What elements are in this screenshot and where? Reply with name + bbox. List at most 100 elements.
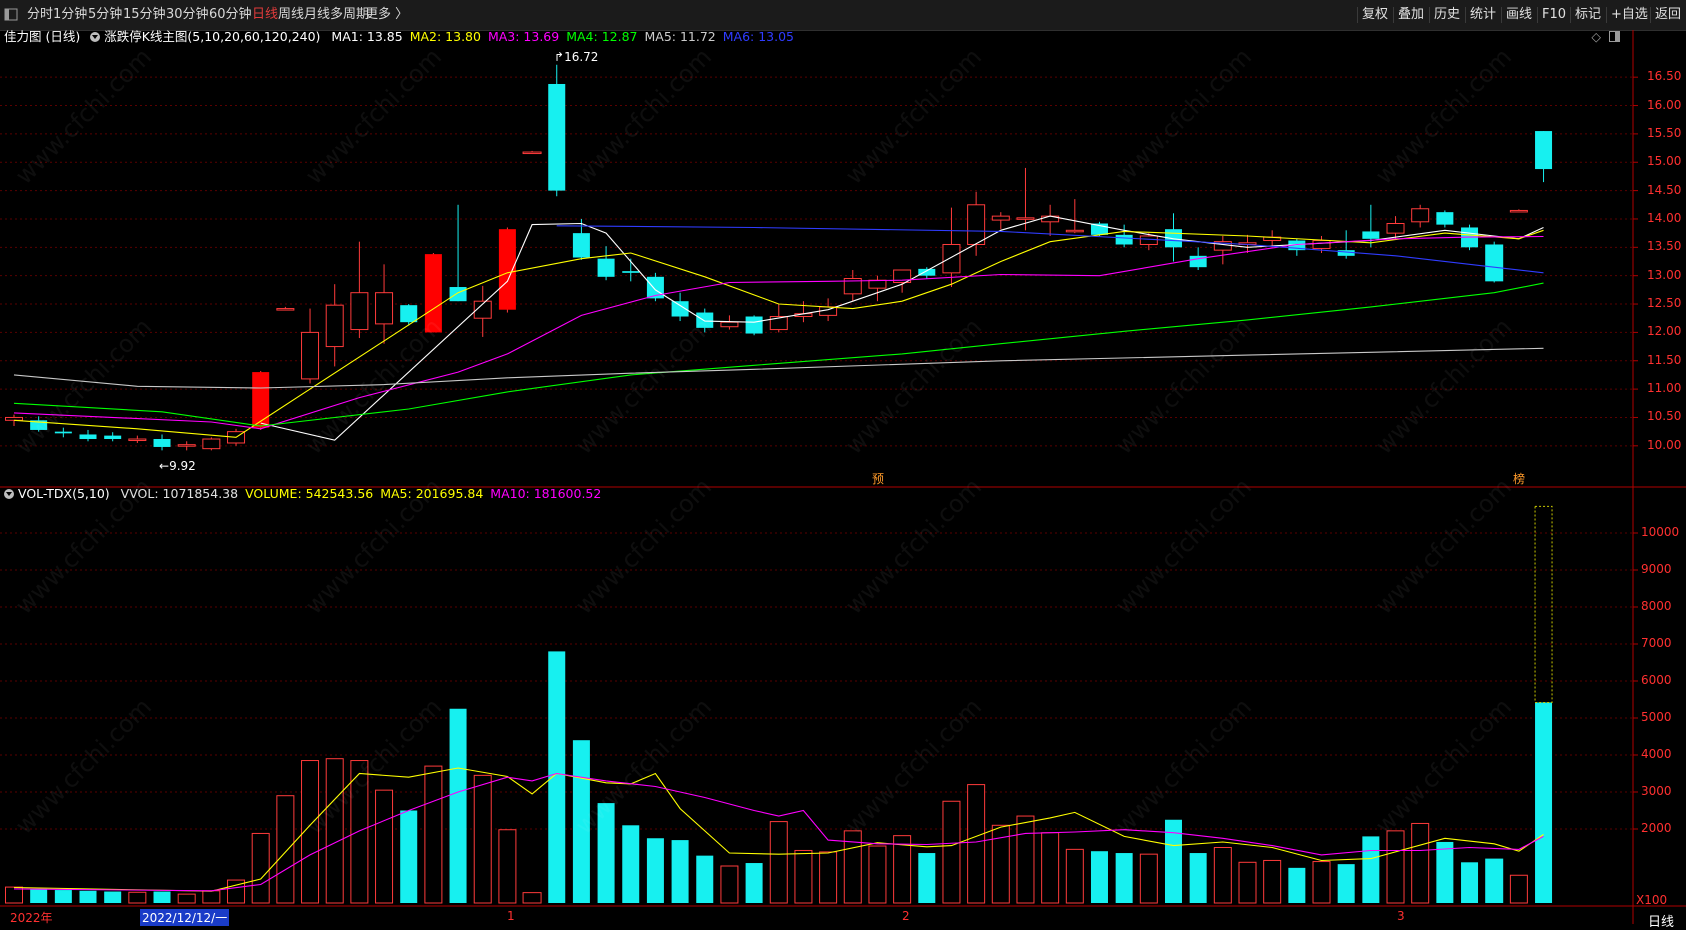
- volume-bar[interactable]: [918, 853, 936, 903]
- candle[interactable]: [597, 246, 615, 281]
- volume-bar[interactable]: [276, 795, 295, 904]
- period-tab-2[interactable]: 5分钟: [88, 0, 122, 30]
- volume-bar[interactable]: [1411, 822, 1430, 904]
- volume-bar[interactable]: [548, 651, 566, 903]
- volume-bar[interactable]: [473, 774, 492, 904]
- candle[interactable]: [548, 64, 566, 197]
- candle[interactable]: [794, 301, 813, 323]
- candle[interactable]: [177, 441, 196, 451]
- volume-bar[interactable]: [597, 803, 615, 903]
- toolbar-button-0[interactable]: 复权: [1362, 0, 1388, 30]
- toolbar-button-4[interactable]: 画线: [1506, 0, 1532, 30]
- volume-bar[interactable]: [449, 708, 467, 903]
- volume-bar[interactable]: [251, 832, 270, 904]
- candle[interactable]: [745, 315, 763, 336]
- volume-bar[interactable]: [1090, 851, 1108, 903]
- candle[interactable]: [1436, 210, 1454, 228]
- candle[interactable]: [449, 204, 467, 302]
- candle[interactable]: [153, 434, 171, 451]
- candle[interactable]: [30, 416, 48, 432]
- volume-bar[interactable]: [967, 784, 986, 904]
- volume-bar[interactable]: [350, 760, 369, 904]
- candle[interactable]: [1263, 230, 1282, 248]
- candle[interactable]: [918, 267, 936, 279]
- volume-bar[interactable]: [1436, 841, 1454, 903]
- candle[interactable]: [400, 304, 418, 326]
- kline-chart-area[interactable]: [0, 30, 1686, 924]
- volume-bar[interactable]: [1213, 847, 1232, 904]
- period-tab-0[interactable]: 分时: [27, 0, 53, 30]
- volume-bar[interactable]: [1238, 861, 1257, 904]
- toolbar-button-7[interactable]: +自选: [1611, 0, 1648, 30]
- volume-bar[interactable]: [128, 891, 147, 904]
- volume-bar[interactable]: [498, 829, 517, 904]
- volume-bar[interactable]: [325, 758, 344, 904]
- candle[interactable]: [79, 429, 97, 442]
- candle[interactable]: [375, 264, 394, 344]
- period-tab-1[interactable]: 1分钟: [53, 0, 87, 30]
- volume-bar[interactable]: [202, 890, 221, 904]
- candle[interactable]: [276, 306, 295, 311]
- volume-bar[interactable]: [1065, 848, 1084, 904]
- candle[interactable]: [54, 427, 72, 438]
- candle[interactable]: [1411, 204, 1430, 228]
- period-tab-10[interactable]: 更多 〉: [365, 0, 408, 30]
- volume-bar[interactable]: [1312, 861, 1331, 904]
- candle[interactable]: [843, 270, 862, 302]
- period-tab-4[interactable]: 30分钟: [166, 0, 209, 30]
- volume-bar[interactable]: [79, 890, 97, 903]
- candle[interactable]: [1509, 209, 1528, 213]
- volume-bar[interactable]: [942, 800, 961, 904]
- volume-bar[interactable]: [30, 888, 48, 903]
- candle[interactable]: [1041, 204, 1060, 236]
- panel-toggle-icon[interactable]: [4, 0, 18, 30]
- candle[interactable]: [498, 227, 516, 313]
- period-tab-9[interactable]: 多周期: [330, 0, 369, 30]
- volume-bar[interactable]: [819, 851, 838, 904]
- volume-bar[interactable]: [1509, 874, 1528, 904]
- toolbar-button-8[interactable]: 返回: [1655, 0, 1681, 30]
- volume-bar[interactable]: [1189, 853, 1207, 903]
- candle[interactable]: [301, 308, 320, 384]
- candle[interactable]: [1065, 199, 1084, 234]
- volume-bar[interactable]: [1461, 862, 1479, 903]
- volume-bar[interactable]: [1263, 859, 1282, 904]
- candle[interactable]: [473, 285, 492, 337]
- volume-bar[interactable]: [1016, 815, 1035, 904]
- dropdown-icon[interactable]: [4, 489, 14, 499]
- volume-bar[interactable]: [769, 821, 788, 904]
- volume-bar[interactable]: [646, 838, 664, 903]
- candle[interactable]: [991, 212, 1010, 230]
- volume-bar[interactable]: [1485, 858, 1504, 903]
- panel-icon[interactable]: [1609, 31, 1620, 42]
- yu-badge[interactable]: 预: [872, 470, 884, 487]
- volume-bar[interactable]: [720, 865, 739, 904]
- volume-bar[interactable]: [153, 891, 171, 903]
- diamond-icon[interactable]: ◇: [1591, 29, 1601, 44]
- candle[interactable]: [1535, 131, 1553, 183]
- candle[interactable]: [942, 207, 961, 288]
- volume-bar[interactable]: [696, 855, 714, 903]
- candle[interactable]: [671, 292, 689, 322]
- candle[interactable]: [967, 191, 986, 256]
- volume-bar[interactable]: [1534, 505, 1553, 903]
- bang-badge[interactable]: 榜: [1513, 470, 1525, 487]
- candle[interactable]: [104, 432, 122, 442]
- volume-bar[interactable]: [375, 789, 394, 904]
- volume-bar[interactable]: [572, 740, 590, 903]
- period-tab-5[interactable]: 60分钟: [209, 0, 252, 30]
- candle[interactable]: [128, 435, 147, 443]
- volume-bar[interactable]: [1041, 832, 1060, 904]
- candle[interactable]: [424, 252, 442, 333]
- period-tab-6[interactable]: 日线: [252, 0, 278, 30]
- candle[interactable]: [202, 437, 221, 451]
- volume-bar[interactable]: [671, 840, 689, 903]
- volume-bar[interactable]: [745, 863, 763, 903]
- candle[interactable]: [350, 241, 369, 339]
- candle[interactable]: [868, 275, 887, 302]
- vol-indicator-name[interactable]: VOL-TDX(5,10): [18, 486, 110, 501]
- candle[interactable]: [1386, 216, 1405, 239]
- candle[interactable]: [522, 150, 542, 155]
- candle[interactable]: [1213, 235, 1232, 265]
- candle[interactable]: [1485, 241, 1504, 283]
